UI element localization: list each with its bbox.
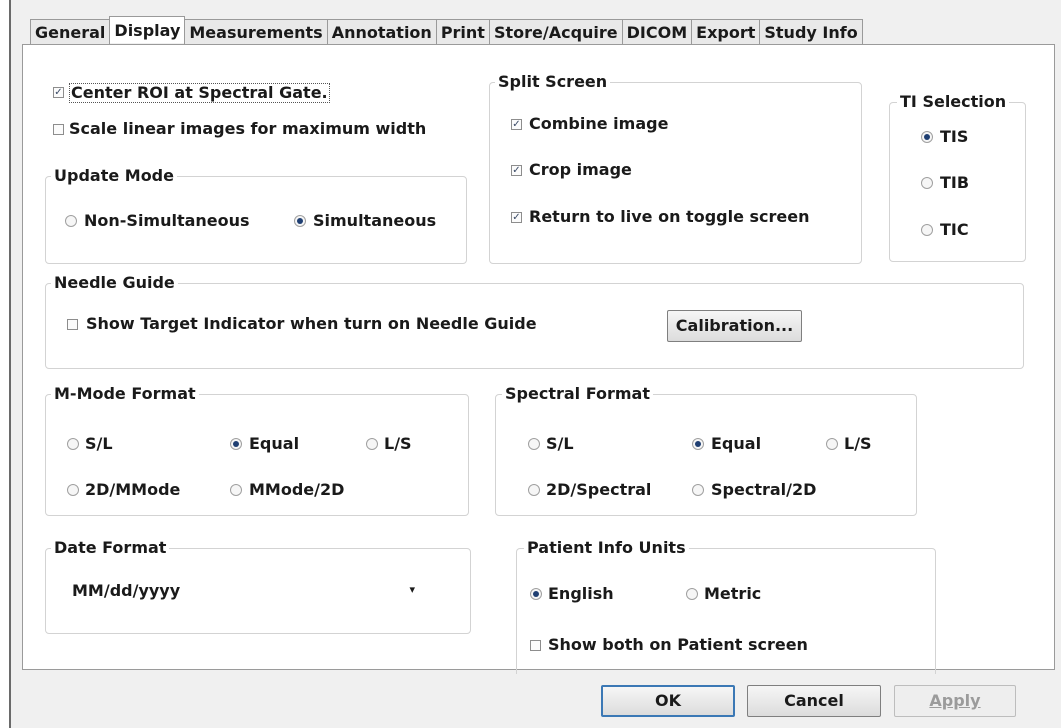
mmode-mmode-2d-label[interactable]: MMode/2D — [249, 481, 344, 499]
spectral-sl-label[interactable]: S/L — [546, 435, 574, 453]
mmode-sl-label[interactable]: S/L — [85, 435, 113, 453]
spectral-spectral-2d-radio[interactable] — [692, 484, 704, 496]
spectral-ls-radio[interactable] — [826, 438, 838, 450]
combine-image-checkbox[interactable]: ✓ — [511, 119, 522, 130]
spectral-spectral-2d-label[interactable]: Spectral/2D — [711, 481, 816, 499]
tab-general[interactable]: General — [30, 19, 111, 44]
cancel-button[interactable]: Cancel — [747, 685, 881, 717]
mmode-mmode-2d-radio[interactable] — [230, 484, 242, 496]
simultaneous-label[interactable]: Simultaneous — [313, 212, 436, 230]
split-screen-title: Split Screen — [495, 73, 611, 91]
center-roi-checkbox[interactable]: ✓ — [53, 87, 64, 98]
apply-button[interactable]: Apply — [894, 685, 1016, 717]
tic-radio[interactable] — [921, 224, 933, 236]
combine-image-label[interactable]: Combine image — [529, 115, 668, 133]
update-mode-title: Update Mode — [51, 167, 177, 185]
spectral-ls-label[interactable]: L/S — [844, 435, 872, 453]
non-simultaneous-label[interactable]: Non-Simultaneous — [84, 212, 250, 230]
patient-info-units-group — [516, 548, 936, 674]
tab-measurements[interactable]: Measurements — [184, 19, 328, 44]
tab-study-info[interactable]: Study Info — [759, 19, 863, 44]
tis-label[interactable]: TIS — [940, 128, 968, 146]
mmode-sl-radio[interactable] — [67, 438, 79, 450]
left-edge — [0, 0, 11, 728]
show-both-label[interactable]: Show both on Patient screen — [548, 636, 808, 654]
spectral-2d-spectral-label[interactable]: 2D/Spectral — [546, 481, 651, 499]
show-both-checkbox[interactable] — [530, 640, 541, 651]
tab-strip: General Display Measurements Annotation … — [30, 16, 863, 45]
tab-annotation[interactable]: Annotation — [326, 19, 437, 44]
tab-store-acquire[interactable]: Store/Acquire — [488, 19, 623, 44]
scale-linear-checkbox[interactable] — [53, 124, 64, 135]
metric-radio[interactable] — [686, 588, 698, 600]
english-label[interactable]: English — [548, 585, 614, 603]
tab-export[interactable]: Export — [691, 19, 761, 44]
crop-image-checkbox[interactable]: ✓ — [511, 165, 522, 176]
spectral-sl-radio[interactable] — [528, 438, 540, 450]
date-format-title: Date Format — [51, 539, 170, 557]
spectral-2d-spectral-radio[interactable] — [528, 484, 540, 496]
non-simultaneous-radio[interactable] — [65, 215, 77, 227]
ok-button[interactable]: OK — [601, 685, 735, 717]
needle-guide-title: Needle Guide — [51, 274, 178, 292]
return-live-label[interactable]: Return to live on toggle screen — [529, 208, 810, 226]
mmode-ls-radio[interactable] — [366, 438, 378, 450]
simultaneous-radio[interactable] — [294, 215, 306, 227]
english-radio[interactable] — [530, 588, 542, 600]
mmode-2d-mmode-label[interactable]: 2D/MMode — [85, 481, 180, 499]
mmode-2d-mmode-radio[interactable] — [67, 484, 79, 496]
tib-label[interactable]: TIB — [940, 174, 969, 192]
mmode-equal-label[interactable]: Equal — [249, 435, 299, 453]
crop-image-label[interactable]: Crop image — [529, 161, 632, 179]
patient-info-units-title: Patient Info Units — [524, 539, 689, 557]
chevron-down-icon: ▾ — [409, 583, 415, 596]
metric-label[interactable]: Metric — [704, 585, 761, 603]
tib-radio[interactable] — [921, 177, 933, 189]
mmode-ls-label[interactable]: L/S — [384, 435, 412, 453]
mmode-format-title: M-Mode Format — [51, 385, 199, 403]
spectral-format-title: Spectral Format — [502, 385, 653, 403]
show-target-label[interactable]: Show Target Indicator when turn on Needl… — [86, 315, 537, 333]
center-roi-label[interactable]: Center ROI at Spectral Gate. — [69, 83, 330, 103]
tis-radio[interactable] — [921, 131, 933, 143]
tab-dicom[interactable]: DICOM — [621, 19, 693, 44]
mmode-equal-radio[interactable] — [230, 438, 242, 450]
tab-print[interactable]: Print — [435, 19, 490, 44]
return-live-checkbox[interactable]: ✓ — [511, 212, 522, 223]
date-format-dropdown[interactable]: MM/dd/yyyy ▾ — [67, 576, 426, 606]
date-format-value: MM/dd/yyyy — [72, 581, 181, 600]
show-target-checkbox[interactable] — [67, 319, 78, 330]
tab-display[interactable]: Display — [109, 16, 186, 43]
preferences-dialog: General Display Measurements Annotation … — [0, 0, 1061, 728]
spectral-equal-label[interactable]: Equal — [711, 435, 761, 453]
spectral-equal-radio[interactable] — [692, 438, 704, 450]
tic-label[interactable]: TIC — [940, 221, 969, 239]
ti-selection-title: TI Selection — [897, 93, 1010, 111]
calibration-button[interactable]: Calibration... — [667, 310, 802, 342]
scale-linear-label[interactable]: Scale linear images for maximum width — [69, 120, 426, 138]
